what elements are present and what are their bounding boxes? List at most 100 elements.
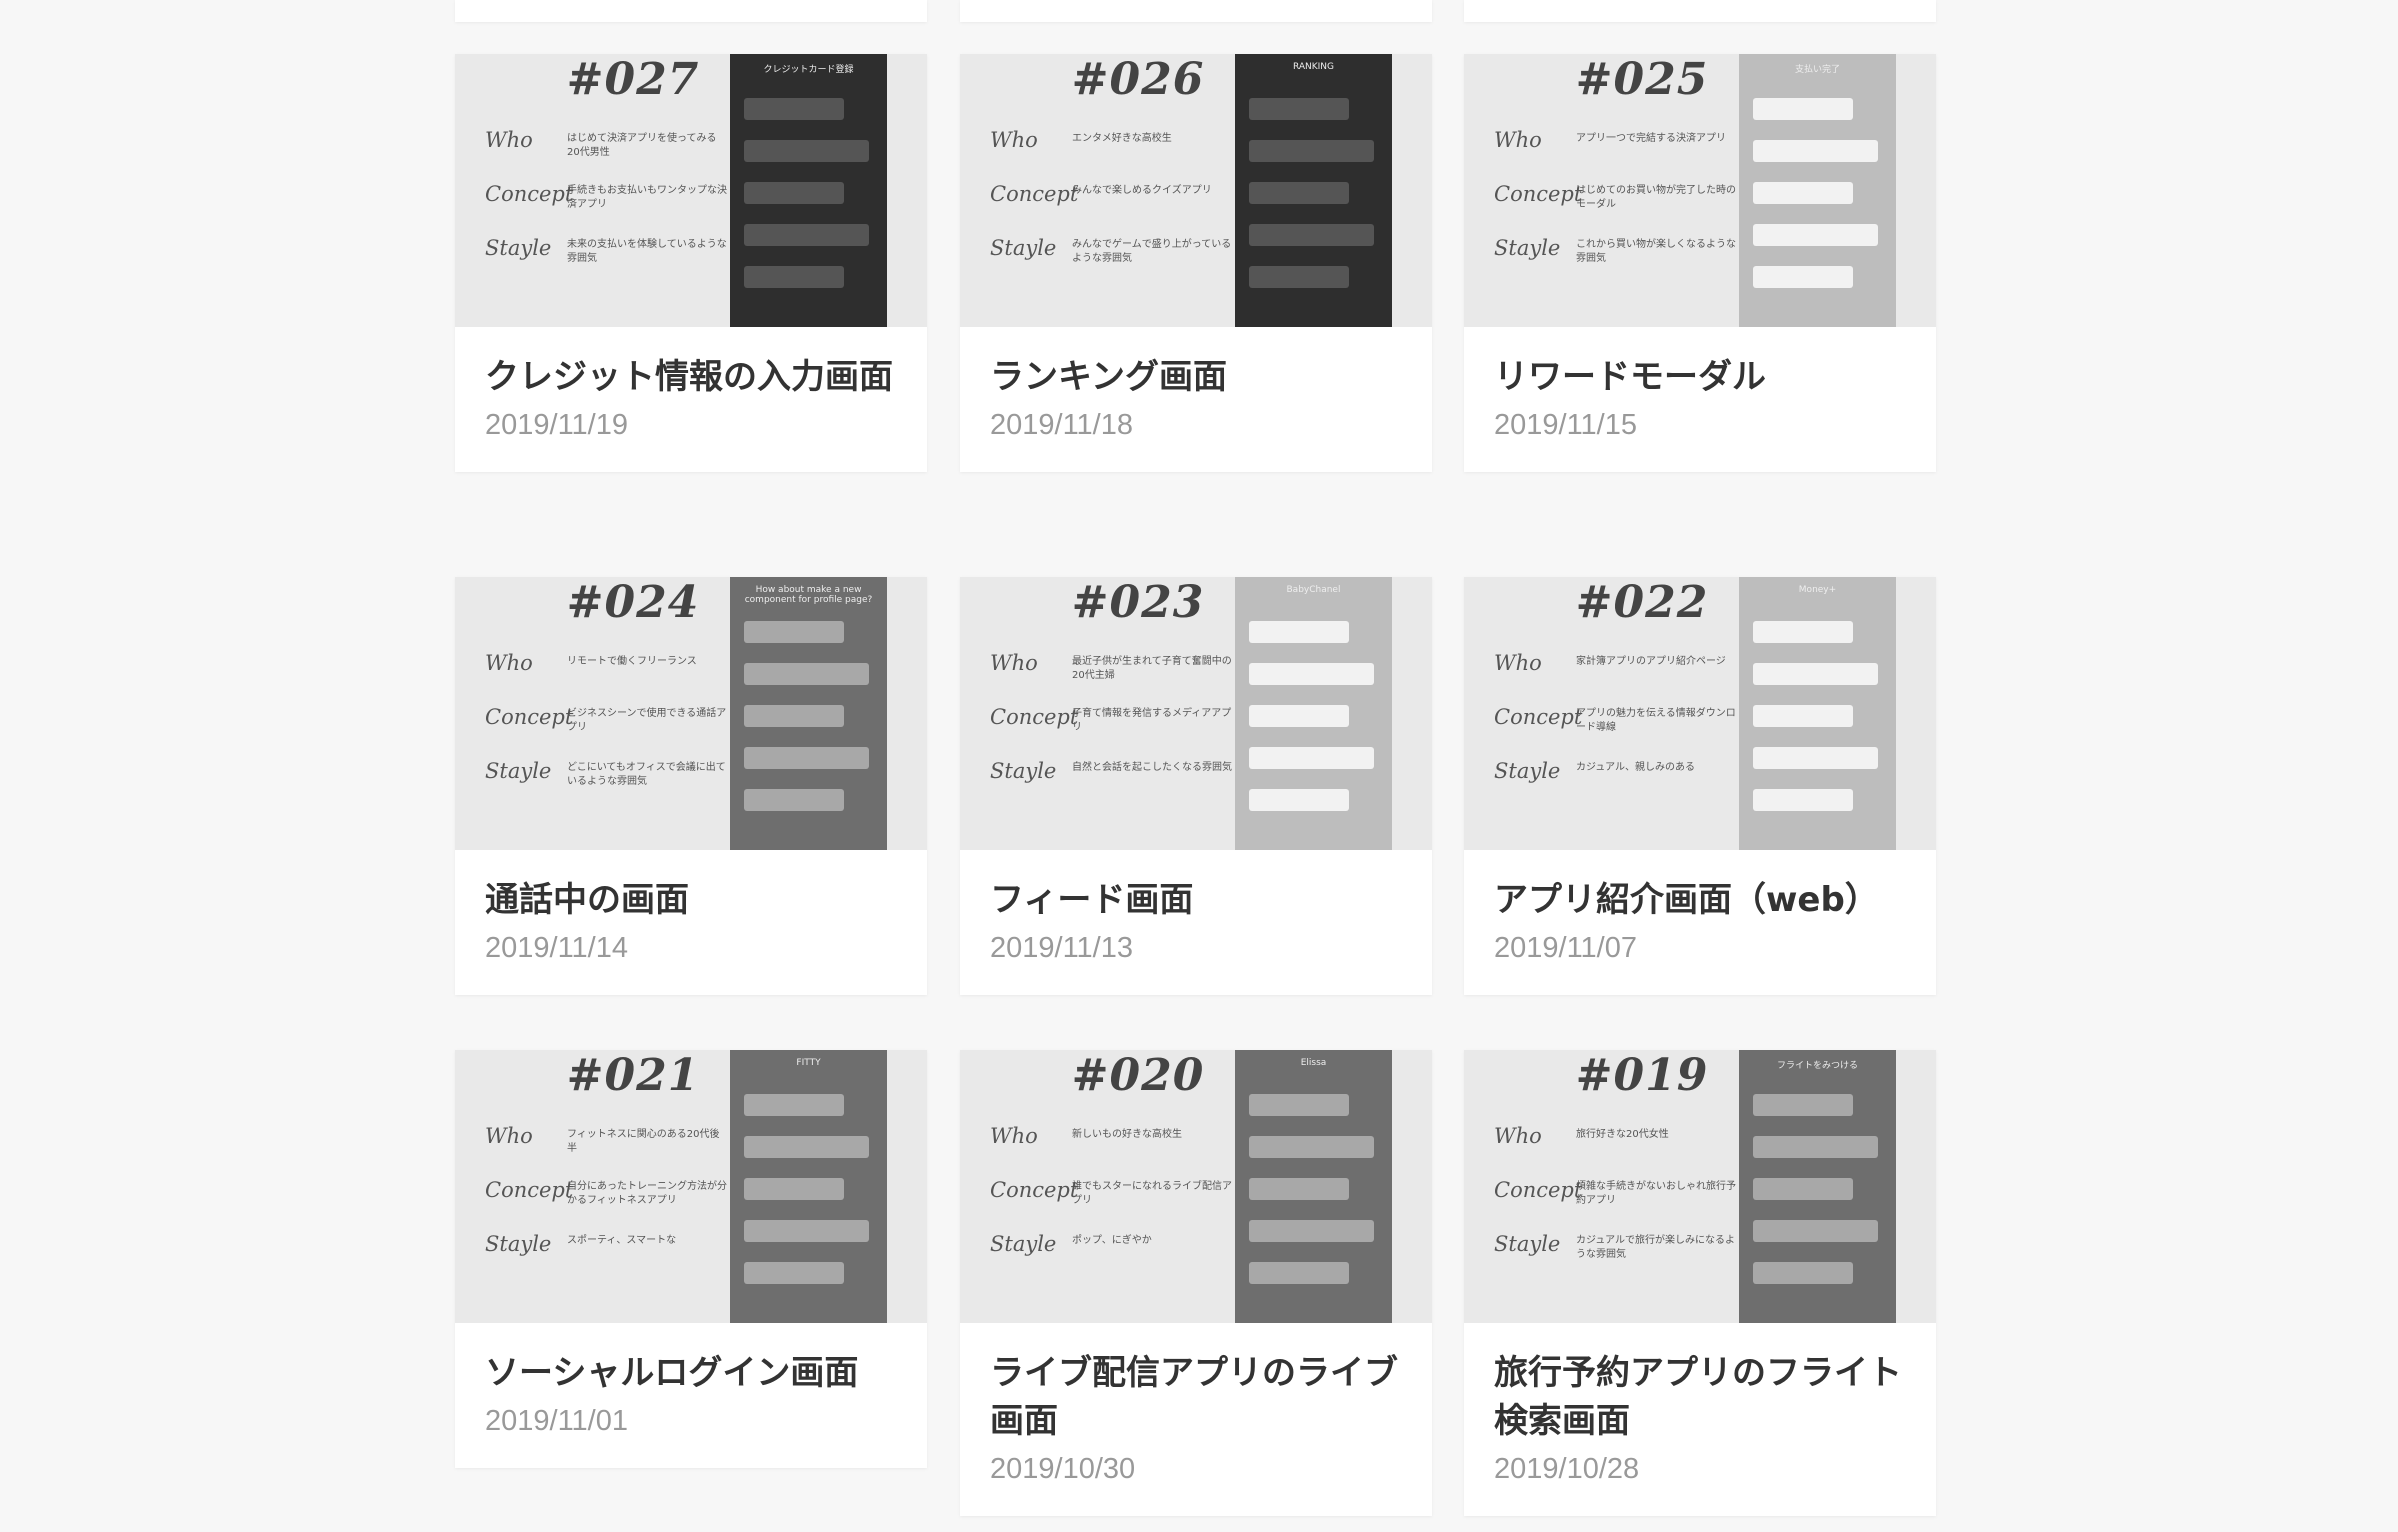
article-card[interactable]: #021 Who フィットネスに関心のある20代後半 Concept 自分にあっ… — [455, 1050, 927, 1468]
phone-ui-block — [1249, 1220, 1374, 1242]
concept-text: 子育て情報を発信するメディアアプリ — [1072, 708, 1232, 733]
card-thumbnail: #020 Who 新しいもの好きな高校生 Concept 誰でもスターになれるラ… — [960, 1050, 1432, 1323]
style-text: カジュアルで旅行が楽しみになるような雰囲気 — [1576, 1235, 1735, 1260]
who-label: Who — [1494, 1124, 1542, 1148]
style-text: みんなでゲームで盛り上がっているような雰囲気 — [1072, 239, 1232, 264]
phone-mockup: Money+ — [1739, 577, 1896, 850]
who-label: Who — [1494, 651, 1542, 675]
card-title[interactable]: ライブ配信アプリのライブ画面 — [990, 1349, 1402, 1445]
card-title[interactable]: リワードモーダル — [1494, 353, 1906, 401]
phone-ui-block — [744, 663, 869, 685]
design-number: #024 — [566, 577, 700, 628]
phone-ui-block — [1753, 789, 1853, 811]
who-text: アプリ一つで完結する決済アプリ — [1576, 133, 1726, 144]
phone-ui-block — [1753, 98, 1853, 120]
style-text: カジュアル、親しみのある — [1576, 762, 1695, 773]
phone-ui-block — [1753, 663, 1878, 685]
phone-ui-block — [1753, 621, 1853, 643]
card-thumbnail: #026 Who エンタメ好きな高校生 Concept みんなで楽しめるクイズア… — [960, 54, 1432, 327]
phone-ui-block — [1753, 705, 1853, 727]
style-label: Stayle — [485, 236, 552, 260]
card-title[interactable]: ランキング画面 — [990, 353, 1402, 401]
article-card[interactable]: #022 Who 家計簿アプリのアプリ紹介ページ Concept アプリの魅力を… — [1464, 577, 1936, 995]
card-stub[interactable] — [1464, 0, 1936, 22]
phone-ui-block — [744, 705, 844, 727]
concept-text: 手続きもお支払いもワンタップな決済アプリ — [567, 185, 727, 210]
phone-mockup: How about make a new component for profi… — [730, 577, 887, 850]
card-title[interactable]: ソーシャルログイン画面 — [485, 1349, 897, 1397]
concept-text: みんなで楽しめるクイズアプリ — [1072, 185, 1212, 196]
design-number: #026 — [1071, 54, 1205, 105]
who-label: Who — [990, 1124, 1038, 1148]
phone-mockup: FITTY — [730, 1050, 887, 1323]
article-card[interactable]: #026 Who エンタメ好きな高校生 Concept みんなで楽しめるクイズア… — [960, 54, 1432, 472]
style-label: Stayle — [990, 236, 1057, 260]
phone-ui-block — [1249, 1136, 1374, 1158]
style-text: スポーティ、スマートな — [567, 1235, 677, 1246]
style-label: Stayle — [990, 1232, 1057, 1256]
concept-text: アプリの魅力を伝える情報ダウンロード導線 — [1576, 708, 1736, 733]
style-label: Stayle — [485, 759, 552, 783]
style-text: 自然と会話を起こしたくなる雰囲気 — [1072, 762, 1232, 773]
phone-screen-title: Elissa — [1300, 1058, 1327, 1068]
who-label: Who — [485, 1124, 533, 1148]
card-stub[interactable] — [960, 0, 1432, 22]
phone-mockup: フライトをみつける — [1739, 1050, 1896, 1323]
phone-mockup: クレジットカード登録 — [730, 54, 887, 327]
article-card[interactable]: #020 Who 新しいもの好きな高校生 Concept 誰でもスターになれるラ… — [960, 1050, 1432, 1516]
who-label: Who — [485, 128, 533, 152]
article-card[interactable]: #023 Who 最近子供が生まれて子育て奮闘中の20代主婦 Concept 子… — [960, 577, 1432, 995]
phone-ui-block — [1249, 140, 1374, 162]
who-label: Who — [485, 651, 533, 675]
phone-screen-title: フライトをみつける — [1776, 1061, 1858, 1071]
card-stub[interactable] — [455, 0, 927, 22]
phone-ui-block — [744, 621, 844, 643]
concept-label: Concept — [1494, 1178, 1583, 1202]
article-card[interactable]: #025 Who アプリ一つで完結する決済アプリ Concept はじめてのお買… — [1464, 54, 1936, 472]
style-label: Stayle — [485, 1232, 552, 1256]
phone-mockup: 支払い完了 — [1739, 54, 1896, 327]
phone-ui-block — [1249, 663, 1374, 685]
design-number: #020 — [1071, 1050, 1205, 1101]
who-text: 家計簿アプリのアプリ紹介ページ — [1576, 656, 1726, 667]
card-title[interactable]: クレジット情報の入力画面 — [485, 353, 897, 401]
card-thumbnail: #019 Who 旅行好きな20代女性 Concept 煩雑な手続きがないおしゃ… — [1464, 1050, 1936, 1323]
card-title[interactable]: アプリ紹介画面（web） — [1494, 876, 1906, 924]
concept-label: Concept — [1494, 705, 1583, 729]
phone-ui-block — [1249, 98, 1349, 120]
article-card[interactable]: #027 Who はじめて決済アプリを使ってみる20代男性 Concept 手続… — [455, 54, 927, 472]
card-date: 2019/11/18 — [990, 409, 1133, 441]
phone-ui-block — [744, 1136, 869, 1158]
phone-ui-block — [744, 266, 844, 288]
card-thumbnail: #025 Who アプリ一つで完結する決済アプリ Concept はじめてのお買… — [1464, 54, 1936, 327]
phone-ui-block — [1249, 705, 1349, 727]
card-title[interactable]: フィード画面 — [990, 876, 1402, 924]
phone-ui-block — [744, 140, 869, 162]
card-thumbnail: #022 Who 家計簿アプリのアプリ紹介ページ Concept アプリの魅力を… — [1464, 577, 1936, 850]
phone-ui-block — [744, 98, 844, 120]
phone-ui-block — [744, 1262, 844, 1284]
style-label: Stayle — [1494, 759, 1561, 783]
card-title[interactable]: 通話中の画面 — [485, 876, 897, 924]
article-card[interactable]: #019 Who 旅行好きな20代女性 Concept 煩雑な手続きがないおしゃ… — [1464, 1050, 1936, 1516]
who-text: 旅行好きな20代女性 — [1576, 1129, 1669, 1140]
phone-ui-block — [1753, 1136, 1878, 1158]
design-number: #025 — [1575, 54, 1709, 105]
concept-text: ビジネスシーンで使用できる通話アプリ — [567, 708, 727, 733]
card-date: 2019/11/14 — [485, 932, 628, 964]
who-text: はじめて決済アプリを使ってみる20代男性 — [567, 133, 717, 158]
card-title[interactable]: 旅行予約アプリのフライト検索画面 — [1494, 1349, 1906, 1445]
phone-ui-block — [744, 1178, 844, 1200]
phone-ui-block — [1753, 1220, 1878, 1242]
phone-ui-block — [1753, 747, 1878, 769]
who-label: Who — [1494, 128, 1542, 152]
phone-screen-title: RANKING — [1292, 62, 1335, 72]
phone-ui-block — [744, 1220, 869, 1242]
phone-ui-block — [1249, 747, 1374, 769]
article-card[interactable]: #024 Who リモートで働くフリーランス Concept ビジネスシーンで使… — [455, 577, 927, 995]
design-number: #027 — [566, 54, 700, 105]
who-label: Who — [990, 128, 1038, 152]
card-date: 2019/11/15 — [1494, 409, 1637, 441]
card-thumbnail: #021 Who フィットネスに関心のある20代後半 Concept 自分にあっ… — [455, 1050, 927, 1323]
card-thumbnail: #023 Who 最近子供が生まれて子育て奮闘中の20代主婦 Concept 子… — [960, 577, 1432, 850]
